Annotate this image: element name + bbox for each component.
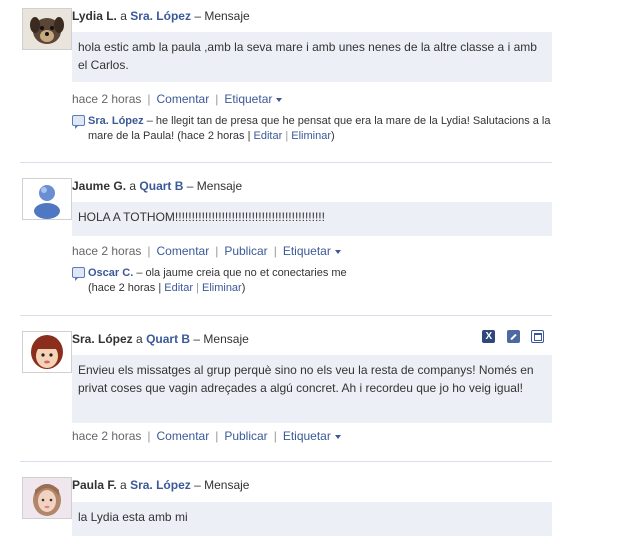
avatar-jaume[interactable] [22,178,72,220]
divider [20,162,552,163]
message-text: Envieu els missatges al grup perquè sino… [78,363,534,395]
timestamp: hace 2 horas [72,429,142,443]
recipient-link[interactable]: Sra. López [130,9,191,23]
comment-time: (hace 2 horas | [88,282,162,294]
post-header: Paula F. a Sra. López – Mensaje [72,477,249,493]
author-name[interactable]: Lydia L. [72,9,117,23]
post-type: – Mensaje [194,478,250,492]
post-type: – Mensaje [193,332,249,346]
tag-link[interactable]: Etiquetar [283,429,331,443]
post-3: Sra. López a Quart B – Mensaje X Envieu … [20,329,552,446]
post-1: Lydia L. a Sra. López – Mensaje hola est… [20,8,552,158]
to-word: a [129,179,137,193]
author-name[interactable]: Jaume G. [72,179,126,193]
avatar-paula[interactable] [22,477,72,519]
post-meta: hace 2 horas | Comentar | Publicar | Etiquetar [72,244,341,258]
divider [20,315,552,316]
post-type: – Mensaje [194,9,250,23]
message-body: la Lydia esta amb mi [72,502,552,536]
timestamp: hace 2 horas [72,244,142,258]
divider [20,461,552,462]
chevron-down-icon[interactable] [334,249,341,254]
paren-close: ) [330,130,335,142]
edit-icon[interactable] [506,330,520,344]
message-text: la Lydia esta amb mi [78,510,188,524]
comment-bubble-icon [72,115,85,129]
recipient-link[interactable]: Sra. López [130,478,191,492]
post-2: Jaume G. a Quart B – Mensaje HOLA A TOTH… [20,178,552,298]
paren-close: ) [241,282,246,294]
photo-avatar-icon [23,478,71,518]
separator: | [196,282,199,294]
post-4: Paula F. a Sra. López – Mensaje la Lydia… [20,477,552,537]
author-name[interactable]: Sra. López [72,332,133,346]
message-text: hola estic amb la paula ,amb la seva mar… [78,40,537,72]
post-tools: X [474,329,544,344]
comment-text: – ola jaume creia que no et conectaries … [136,267,347,279]
comment: Sra. López – he llegit tan de presa que … [72,114,552,144]
recipient-link[interactable]: Quart B [139,179,183,193]
chevron-down-icon[interactable] [334,434,341,439]
comment-author[interactable]: Sra. López [88,115,144,127]
comment-bubble-icon [72,267,85,281]
message-body: HOLA A TOTHOM!!!!!!!!!!!!!!!!!!!!!!!!!!!… [72,202,552,236]
comment-link[interactable]: Comentar [157,92,210,106]
message-body: hola estic amb la paula ,amb la seva mar… [72,32,552,82]
delete-link[interactable]: Eliminar [291,130,331,142]
edit-link[interactable]: Editar [254,130,283,142]
cartoon-girl-icon [23,332,71,372]
avatar-lydia[interactable] [22,8,72,50]
to-word: a [120,9,127,23]
chevron-down-icon[interactable] [276,97,283,102]
publish-link[interactable]: Publicar [224,244,267,258]
puppy-avatar-icon [23,9,71,49]
default-user-icon [23,179,71,219]
to-word: a [120,478,127,492]
separator: | [285,130,289,142]
post-header: Sra. López a Quart B – Mensaje [72,331,249,347]
comment-author[interactable]: Oscar C. [88,267,133,279]
x-icon[interactable]: X [482,330,496,344]
window-icon[interactable] [531,330,544,344]
comment-link[interactable]: Comentar [157,244,210,258]
tag-link[interactable]: Etiquetar [283,244,331,258]
message-text: HOLA A TOTHOM!!!!!!!!!!!!!!!!!!!!!!!!!!!… [78,210,325,224]
recipient-link[interactable]: Quart B [146,332,190,346]
avatar-sra-lopez[interactable] [22,331,72,373]
edit-link[interactable]: Editar [164,282,193,294]
post-type: – Mensaje [186,179,243,193]
tag-link[interactable]: Etiquetar [224,92,272,106]
publish-link[interactable]: Publicar [224,429,267,443]
post-header: Lydia L. a Sra. López – Mensaje [72,8,250,24]
comment: Oscar C. – ola jaume creia que no et con… [72,266,552,296]
post-meta: hace 2 horas | Comentar | Etiquetar [72,92,283,106]
delete-link[interactable]: Eliminar [202,282,242,294]
author-name[interactable]: Paula F. [72,478,117,492]
post-meta: hace 2 horas | Comentar | Publicar | Etiquetar [72,429,341,443]
post-header: Jaume G. a Quart B – Mensaje [72,178,242,194]
comment-link[interactable]: Comentar [157,429,210,443]
timestamp: hace 2 horas [72,92,142,106]
message-body: Envieu els missatges al grup perquè sino… [72,355,552,423]
to-word: a [136,332,143,346]
